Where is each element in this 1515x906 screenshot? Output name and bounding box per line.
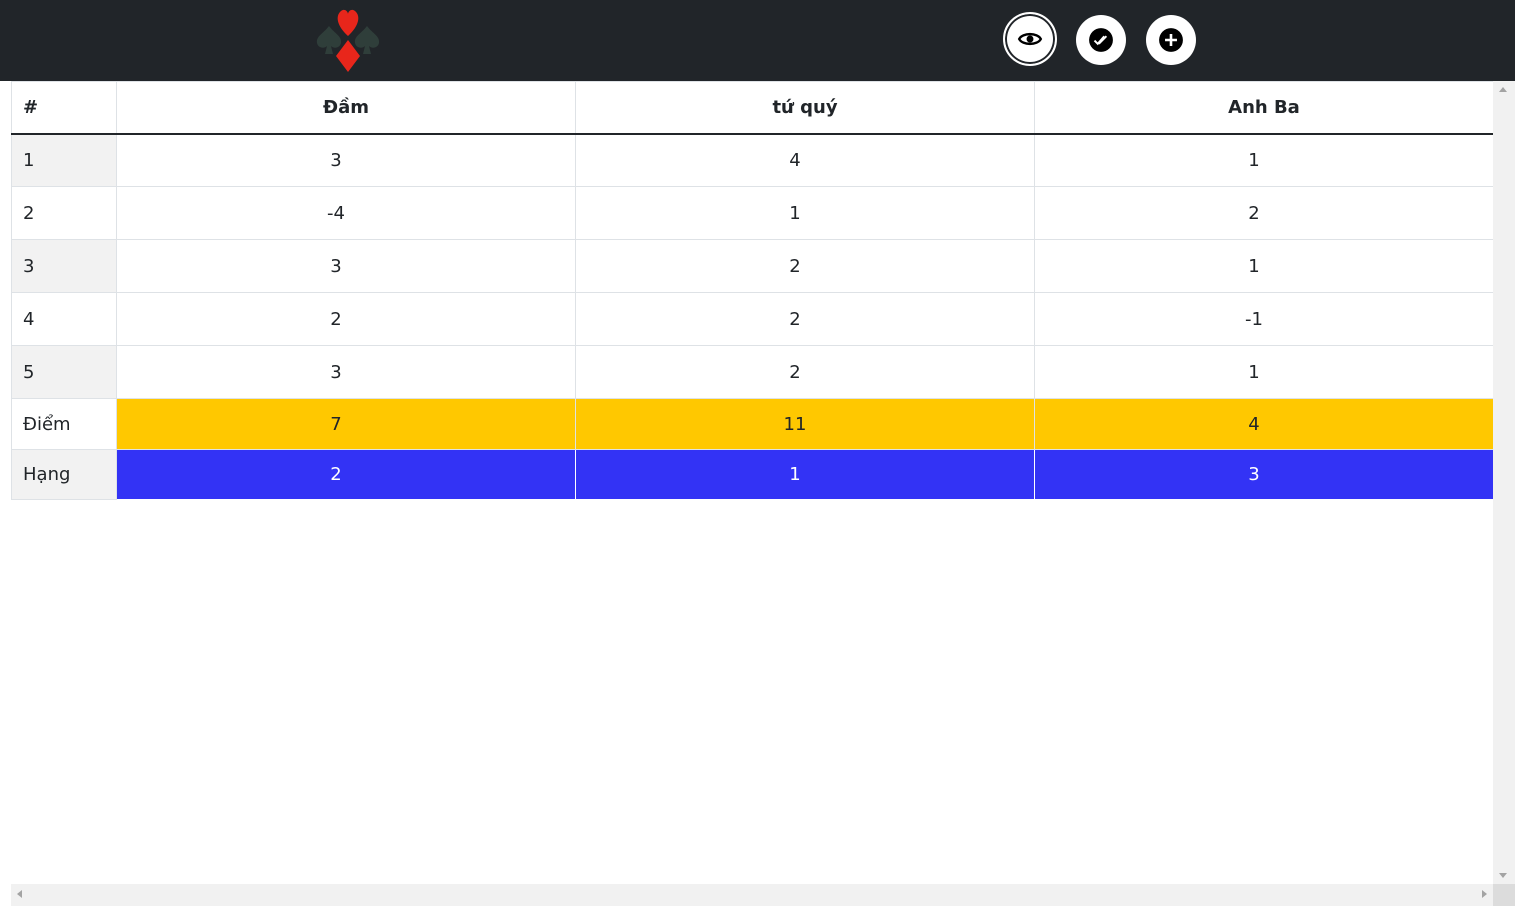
player-header: Anh Ba: [1034, 81, 1493, 135]
horizontal-scrollbar[interactable]: [11, 884, 1493, 906]
score-cell[interactable]: 3: [116, 133, 576, 187]
table-scroll-area[interactable]: # Đầm tứ quý Anh Ba 1 3 4 1 2 -4 1 2 3 3: [0, 81, 1493, 884]
score-cell[interactable]: -4: [116, 186, 576, 240]
finish-button[interactable]: [1076, 15, 1126, 65]
check-double-icon: [1089, 28, 1113, 52]
rank-cell: 2: [116, 449, 576, 500]
round-number: 1: [11, 133, 117, 187]
score-cell[interactable]: -1: [1034, 292, 1493, 346]
round-number: 5: [11, 345, 117, 399]
score-cell[interactable]: 1: [1034, 239, 1493, 293]
round-number: 4: [11, 292, 117, 346]
rank-cell: 1: [575, 449, 1035, 500]
rank-label: Hạng: [11, 449, 117, 500]
table-row: 5 3 2 1: [11, 345, 1493, 399]
score-cell[interactable]: 2: [575, 292, 1035, 346]
total-cell: 11: [575, 398, 1035, 450]
card-suits-logo-icon: [316, 9, 380, 72]
total-cell: 7: [116, 398, 576, 450]
header-row: # Đầm tứ quý Anh Ba: [11, 81, 1493, 135]
score-cell[interactable]: 1: [575, 186, 1035, 240]
score-cell[interactable]: 2: [116, 292, 576, 346]
scrollbar-corner: [1493, 884, 1515, 906]
player-header: Đầm: [116, 81, 576, 135]
score-cell[interactable]: 2: [1034, 186, 1493, 240]
total-row: Điểm 7 11 4: [11, 398, 1493, 450]
scroll-down-icon[interactable]: [1499, 873, 1507, 878]
score-cell[interactable]: 2: [575, 345, 1035, 399]
scroll-up-icon[interactable]: [1499, 87, 1507, 92]
add-round-button[interactable]: [1146, 15, 1196, 65]
eye-icon: [1017, 32, 1043, 46]
round-number: 2: [11, 186, 117, 240]
table-row: 2 -4 1 2: [11, 186, 1493, 240]
table-row: 1 3 4 1: [11, 133, 1493, 187]
player-header: tứ quý: [575, 81, 1035, 135]
table-row: 4 2 2 -1: [11, 292, 1493, 346]
vertical-scrollbar[interactable]: [1493, 81, 1515, 884]
score-table: # Đầm tứ quý Anh Ba 1 3 4 1 2 -4 1 2 3 3: [11, 81, 1493, 500]
scroll-right-icon[interactable]: [1482, 890, 1487, 898]
total-label: Điểm: [11, 398, 117, 450]
rank-cell: 3: [1034, 449, 1493, 500]
score-cell[interactable]: 3: [116, 239, 576, 293]
hash-header: #: [11, 81, 117, 135]
scroll-left-icon[interactable]: [17, 890, 22, 898]
score-cell[interactable]: 3: [116, 345, 576, 399]
round-number: 3: [11, 239, 117, 293]
score-cell[interactable]: 2: [575, 239, 1035, 293]
table-row: 3 3 2 1: [11, 239, 1493, 293]
rank-row: Hạng 2 1 3: [11, 449, 1493, 500]
plus-icon: [1159, 28, 1183, 52]
top-navbar: [0, 0, 1515, 81]
total-cell: 4: [1034, 398, 1493, 450]
score-cell[interactable]: 4: [575, 133, 1035, 187]
view-button[interactable]: [1003, 12, 1057, 66]
score-cell[interactable]: 1: [1034, 133, 1493, 187]
score-cell[interactable]: 1: [1034, 345, 1493, 399]
